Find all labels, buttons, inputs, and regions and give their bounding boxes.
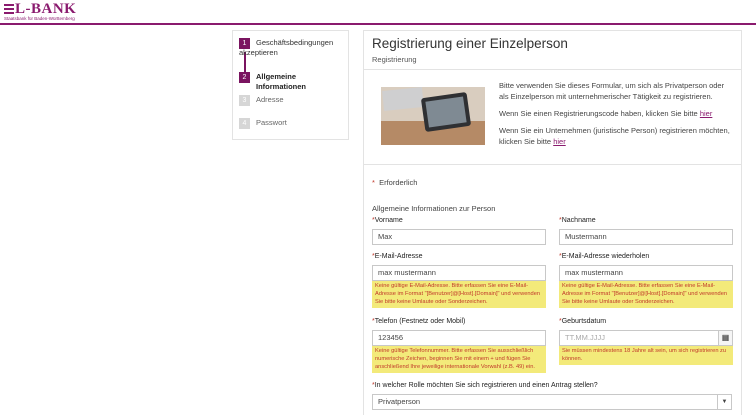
rolle-label: *In welcher Rolle möchten Sie sich regis… [372,382,598,389]
calendar-icon[interactable]: ▦ [718,331,732,345]
required-note: * Erforderlich [372,178,418,187]
email-repeat-label: *E-Mail-Adresse wiederholen [559,253,650,260]
email-field[interactable]: max mustermann [372,265,546,281]
top-bar: L-BANK Staatsbank für Baden-Württemberg [0,0,756,25]
step-label: Allgemeine Informationen [256,72,306,91]
geburtsdatum-error: Sie müssen mindestens 18 Jahre alt sein,… [559,346,733,365]
registration-panel: Registrierung einer Einzelperson Registr… [363,30,742,415]
divider [364,69,741,70]
email-repeat-error: Keine gültige E-Mail-Adresse. Bitte erfa… [559,281,733,308]
logo-subtitle: Staatsbank für Baden-Württemberg [4,16,75,21]
required-star: * [372,178,375,187]
vorname-field[interactable]: Max [372,229,546,245]
email-label: *E-Mail-Adresse [372,253,423,260]
code-here-link[interactable]: hier [700,109,713,118]
page-subtitle: Registrierung [372,55,417,64]
page-title: Registrierung einer Einzelperson [372,36,568,51]
step-label: Adresse [256,95,284,104]
section-title: Allgemeine Informationen zur Person [372,204,496,213]
chevron-down-icon: ▼ [717,395,731,409]
divider [364,164,741,165]
step-label: Geschäftsbedingungen akzeptieren [239,38,334,57]
nachname-label: *Nachname [559,217,596,224]
step-number: 3 [239,95,250,106]
telefon-error: Keine gültige Telefonnummer. Bitte erfas… [372,346,546,373]
step-number: 2 [239,72,250,83]
geburtsdatum-field[interactable]: TT.MM.JJJJ ▦ [559,330,733,346]
intro-company-paragraph: Wenn Sie ein Unternehmen (juristische Pe… [499,126,730,146]
rolle-select[interactable]: Privatperson ▼ [372,394,732,410]
email-error: Keine gültige E-Mail-Adresse. Bitte erfa… [372,281,546,308]
intro-paragraph: Bitte verwenden Sie dieses Formular, um … [499,81,725,101]
nachname-field[interactable]: Mustermann [559,229,733,245]
step-navigation: 1 Geschäftsbedingungen akzeptieren 2 All… [232,30,349,140]
vorname-label: *Vorname [372,217,403,224]
company-here-link[interactable]: hier [553,137,566,146]
intro-code-paragraph: Wenn Sie einen Registrierungscode haben,… [499,109,713,118]
telefon-field[interactable]: 123456 [372,330,546,346]
telefon-label: *Telefon (Festnetz oder Mobil) [372,318,466,325]
geburtsdatum-label: *Geburtsdatum [559,318,607,325]
logo-mark-icon [4,4,14,15]
tablet-desk-image [381,87,485,145]
email-repeat-field[interactable]: max mustermann [559,265,733,281]
step-number: 4 [239,118,250,129]
step-label: Passwort [256,118,287,127]
